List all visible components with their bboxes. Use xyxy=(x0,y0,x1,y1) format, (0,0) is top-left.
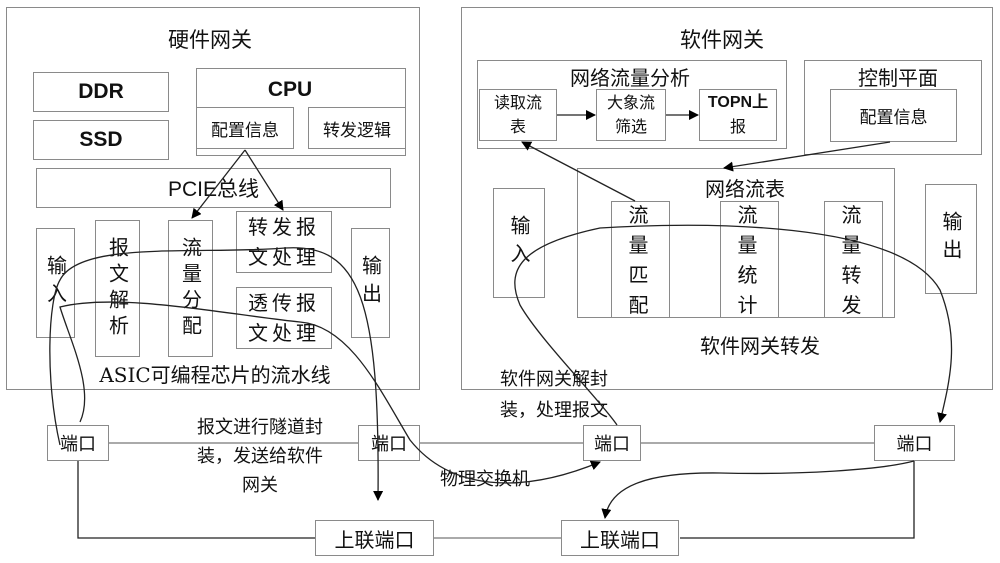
topn-report-block: TOPN上 报 xyxy=(699,89,777,141)
sw-port: 端口 xyxy=(874,425,955,461)
sw-port-label: 端口 xyxy=(896,434,933,455)
passthrough-process-label-2: 文处理 xyxy=(248,321,320,345)
hw-output-block: 输出 xyxy=(351,228,390,338)
flow-forward-label: 流量转发 xyxy=(841,202,866,317)
forward-process-block: 转发报 文处理 xyxy=(236,211,332,273)
switch-port-right: 端口 xyxy=(583,425,641,461)
cpu-forward-logic-label: 转发逻辑 xyxy=(323,120,391,141)
control-plane-config-info: 配置信息 xyxy=(830,89,957,142)
decap-note: 软件网关解封 装，处理报文 xyxy=(500,364,650,426)
cpu-config-info-label: 配置信息 xyxy=(211,120,279,141)
link-swport-uplink xyxy=(680,461,915,539)
read-flow-table-block: 读取流 表 xyxy=(479,89,557,141)
switch-port-right-label: 端口 xyxy=(594,434,630,455)
pcie-bus-label: PCIE总线 xyxy=(167,178,259,201)
elephant-flow-filter-label-1: 大象流 xyxy=(606,93,655,112)
ssd-block: SSD xyxy=(33,120,169,160)
flow-match-label: 流量匹配 xyxy=(628,202,653,317)
uplink-port-right-label: 上联端口 xyxy=(580,527,660,552)
hw-port: 端口 xyxy=(47,425,109,461)
read-flow-table-label-2: 表 xyxy=(509,117,526,136)
forward-process-label-2: 文处理 xyxy=(248,245,320,269)
ddr-block: DDR xyxy=(33,72,169,112)
sw-input-label: 输入 xyxy=(507,215,531,271)
control-plane-title: 控制平面 xyxy=(858,66,938,90)
encap-note-line-3: 网关 xyxy=(242,475,278,496)
topn-report-label-1: TOPN上 xyxy=(707,94,769,111)
packet-parse-label: 报文解析 xyxy=(105,236,130,341)
sw-output-block: 输出 xyxy=(925,184,977,294)
uplink-port-left-label: 上联端口 xyxy=(334,527,415,552)
software-gateway-title: 软件网关 xyxy=(680,28,764,52)
hw-output-label: 输出 xyxy=(358,255,383,311)
ddr-label: DDR xyxy=(78,80,124,103)
topn-report-label-2: 报 xyxy=(729,117,746,136)
hw-port-label: 端口 xyxy=(60,434,96,455)
switch-port-left-label: 端口 xyxy=(371,434,407,455)
hardware-gateway-title: 硬件网关 xyxy=(168,28,252,52)
software-forward-label: 软件网关转发 xyxy=(700,334,820,358)
uplink-port-right: 上联端口 xyxy=(561,520,679,556)
passthrough-process-block: 透传报 文处理 xyxy=(236,287,332,349)
read-flow-table-label-1: 读取流 xyxy=(493,93,542,112)
cpu-forward-logic: 转发逻辑 xyxy=(308,107,406,149)
flow-distribute-block: 流量分配 xyxy=(168,220,213,357)
forward-process-label-1: 转发报 xyxy=(248,215,320,239)
sw-input-block: 输入 xyxy=(493,188,545,298)
flow-forward-block: 流量转发 xyxy=(824,201,883,318)
flow-stats-label: 流量统计 xyxy=(737,202,762,317)
ssd-label: SSD xyxy=(79,128,123,151)
sw-output-label: 输出 xyxy=(939,211,963,267)
traffic-analysis-title: 网络流量分析 xyxy=(570,66,690,90)
cpu-title: CPU xyxy=(267,78,313,101)
flow-match-block: 流量匹配 xyxy=(611,201,670,318)
flow-distribute-label: 流量分配 xyxy=(178,236,203,341)
control-plane-config-info-label: 配置信息 xyxy=(859,108,928,128)
decap-note-line-1: 软件网关解封 xyxy=(500,369,608,390)
elephant-flow-filter-label-2: 筛选 xyxy=(614,117,647,136)
hw-input-label: 输入 xyxy=(43,255,68,311)
decap-note-line-2: 装，处理报文 xyxy=(500,400,608,421)
encap-note-line-2: 装，发送给软件 xyxy=(197,446,323,467)
passthrough-process-label-1: 透传报 xyxy=(248,291,320,315)
encap-note: 报文进行隧道封 装，发送给软件 网关 xyxy=(170,413,350,500)
packet-parse-block: 报文解析 xyxy=(95,220,140,357)
hw-input-block: 输入 xyxy=(36,228,75,338)
pcie-bus: PCIE总线 xyxy=(36,168,391,208)
cpu-config-info: 配置信息 xyxy=(196,107,294,149)
uplink-port-left: 上联端口 xyxy=(315,520,434,556)
network-flow-table-title: 网络流表 xyxy=(705,177,785,201)
flow-stats-block: 流量统计 xyxy=(720,201,779,318)
elephant-flow-filter-block: 大象流 筛选 xyxy=(596,89,666,141)
sw-port-to-uplink xyxy=(601,460,915,519)
asic-pipeline-text: ASIC可编程芯片的流水线 xyxy=(99,363,331,387)
encap-note-line-1: 报文进行隧道封 xyxy=(197,417,323,438)
asic-pipeline-label: ASIC可编程芯片的流水线 xyxy=(75,359,355,388)
physical-switch-label: 物理交换机 xyxy=(440,469,530,490)
switch-port-left: 端口 xyxy=(358,425,420,461)
